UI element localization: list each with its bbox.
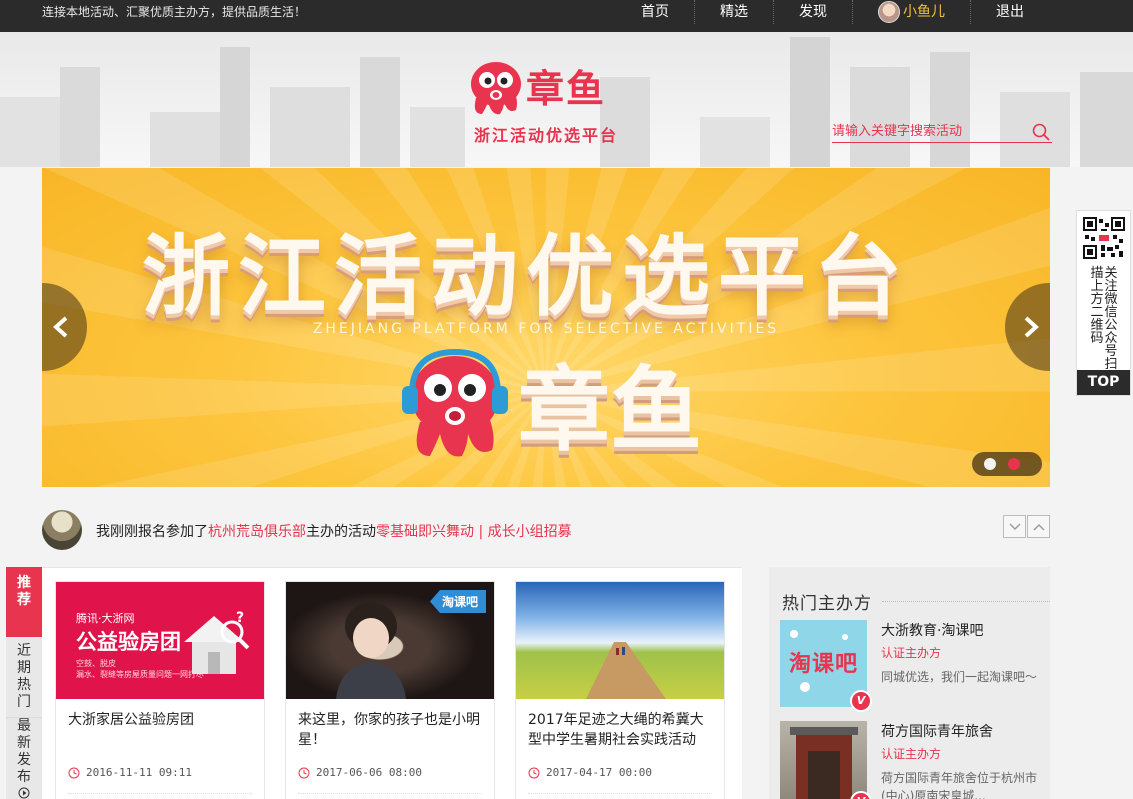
chevron-right-icon bbox=[1024, 316, 1039, 338]
organizer-name: 大浙教育·淘课吧 bbox=[881, 623, 984, 639]
activity-thumbnail: 淘课吧 bbox=[286, 582, 494, 699]
organizer-description: 荷方国际青年旅舍位于杭州市(中心)原南宋皇城... bbox=[881, 771, 1038, 799]
chevron-left-icon bbox=[53, 316, 68, 338]
hot-organizers-panel: 热门主办方 淘课吧 V 大浙教育·淘课吧 认证主办方 同城优选，我们一起淘课吧～… bbox=[769, 567, 1050, 799]
wechat-qr-panel: 关注微信公众号 扫描上方二维码 TOP bbox=[1076, 210, 1131, 396]
site-slogan: 连接本地活动、汇聚优质主办方，提供品质生活！ bbox=[42, 5, 307, 19]
organizer-description: 同城优选，我们一起淘课吧～ bbox=[881, 670, 1038, 684]
banner-pagination bbox=[972, 452, 1042, 476]
verified-badge-icon: V bbox=[850, 690, 872, 712]
user-avatar bbox=[878, 1, 900, 23]
tag-badge: 淘课吧 bbox=[429, 590, 486, 613]
organizer-item[interactable]: 淘课吧 V 大浙教育·淘课吧 认证主办方 同城优选，我们一起淘课吧～ bbox=[780, 620, 1040, 712]
banner-dot-2[interactable] bbox=[1008, 458, 1020, 470]
top-bar: 连接本地活动、汇聚优质主办方，提供品质生活！ 首页 精选 发现 小鱼儿 退出 bbox=[0, 0, 1133, 32]
organizer-logo bbox=[780, 721, 867, 799]
search-box bbox=[832, 117, 1052, 143]
ticker-up-button[interactable] bbox=[1027, 515, 1050, 538]
organizer-item[interactable]: V 荷方国际青年旅舍 认证主办方 荷方国际青年旅舍位于杭州市(中心)原南宋皇城.… bbox=[780, 721, 1040, 799]
svg-text:?: ? bbox=[236, 610, 244, 626]
organizer-certified: 认证主办方 bbox=[881, 646, 942, 660]
nav-discover[interactable]: 发现 bbox=[773, 0, 852, 24]
meadow-path-icon bbox=[586, 642, 666, 699]
clock-icon bbox=[528, 767, 540, 778]
card-divider bbox=[298, 793, 482, 794]
tab-recent-hot[interactable]: 近期热门 bbox=[6, 641, 42, 710]
play-icon bbox=[18, 787, 30, 799]
activity-card[interactable]: 2017年足迹之大绳的希冀大型中学生暑期社会实践活动 2017-04-17 00… bbox=[515, 581, 725, 799]
activity-thumbnail bbox=[516, 582, 724, 699]
chevron-up-icon bbox=[1033, 524, 1045, 531]
qr-code-icon bbox=[1083, 217, 1125, 259]
child-photo-icon bbox=[336, 602, 406, 699]
title-divider bbox=[882, 601, 1050, 602]
tab-recommend[interactable]: 推荐 bbox=[6, 567, 42, 637]
user-name: 小鱼儿 bbox=[903, 4, 945, 20]
qr-caption: 关注微信公众号 扫描上方二维码 bbox=[1090, 266, 1118, 372]
banner-dot-1[interactable] bbox=[984, 458, 996, 470]
banner-title: 浙江活动优选平台 bbox=[142, 225, 911, 328]
chevron-down-icon bbox=[1009, 523, 1021, 530]
card-divider bbox=[68, 793, 252, 794]
back-to-top-button[interactable]: TOP bbox=[1077, 370, 1130, 395]
banner-carousel[interactable]: 浙江活动优选平台 ZHEJIANG PLATFORM FOR SELECTIVE… bbox=[42, 168, 1050, 487]
activity-title: 大浙家居公益验房团 bbox=[68, 712, 194, 728]
logo-text: 章鱼 bbox=[526, 66, 607, 111]
logo-subtitle: 浙江活动优选平台 bbox=[474, 126, 619, 145]
clock-icon bbox=[68, 767, 80, 778]
banner-brand: 章鱼 bbox=[518, 356, 703, 464]
nav-featured[interactable]: 精选 bbox=[694, 0, 773, 24]
category-tabs: 推荐 近期热门 最新发布 bbox=[6, 567, 42, 799]
ticker-down-button[interactable] bbox=[1003, 515, 1026, 538]
activity-ticker: 我刚刚报名参加了杭州荒岛俱乐部主办的活动零基础即兴舞动 | 成长小组招募 bbox=[42, 508, 1050, 552]
octopus-logo-icon bbox=[471, 62, 521, 115]
activity-thumbnail: 腾讯·大浙网 公益验房团 空鼓、脱皮 漏水、裂缝等房屋质量问题一网打尽 ? bbox=[56, 582, 264, 699]
organizer-name: 荷方国际青年旅舍 bbox=[881, 724, 993, 740]
activity-title: 来这里，你家的孩子也是小明星！ bbox=[298, 712, 480, 748]
nav-home[interactable]: 首页 bbox=[616, 0, 694, 24]
hot-organizers-title: 热门主办方 bbox=[782, 594, 872, 614]
ticker-avatar bbox=[42, 510, 82, 550]
tab-latest[interactable]: 最新发布 bbox=[6, 717, 42, 799]
house-inspection-icon: ? bbox=[184, 610, 250, 674]
activity-card[interactable]: 淘课吧 来这里，你家的孩子也是小明星！ 2017-06-06 08:00 bbox=[285, 581, 495, 799]
ticker-event-link[interactable]: 零基础即兴舞动 | 成长小组招募 bbox=[376, 524, 572, 540]
card-divider bbox=[528, 793, 712, 794]
site-logo[interactable]: 章鱼 浙江活动优选平台 bbox=[468, 56, 638, 156]
user-menu[interactable]: 小鱼儿 bbox=[852, 0, 970, 24]
banner-subtitle: ZHEJIANG PLATFORM FOR SELECTIVE ACTIVITI… bbox=[312, 321, 780, 337]
ticker-message: 我刚刚报名参加了杭州荒岛俱乐部主办的活动零基础即兴舞动 | 成长小组招募 bbox=[96, 524, 572, 540]
activity-title: 2017年足迹之大绳的希冀大型中学生暑期社会实践活动 bbox=[528, 712, 704, 748]
header: 章鱼 浙江活动优选平台 bbox=[0, 32, 1133, 167]
organizer-certified: 认证主办方 bbox=[881, 747, 942, 761]
search-input[interactable] bbox=[832, 121, 1027, 141]
search-icon[interactable] bbox=[1032, 123, 1050, 141]
activity-card[interactable]: 腾讯·大浙网 公益验房团 空鼓、脱皮 漏水、裂缝等房屋质量问题一网打尽 ? 大浙… bbox=[55, 581, 265, 799]
top-nav: 首页 精选 发现 小鱼儿 退出 bbox=[616, 0, 1049, 24]
activity-list: 腾讯·大浙网 公益验房团 空鼓、脱皮 漏水、裂缝等房屋质量问题一网打尽 ? 大浙… bbox=[42, 567, 742, 799]
logout-link[interactable]: 退出 bbox=[970, 0, 1049, 24]
clock-icon bbox=[298, 767, 310, 778]
activity-date: 2016-11-11 09:11 bbox=[68, 766, 192, 779]
activity-date: 2017-04-17 00:00 bbox=[528, 766, 652, 779]
activity-date: 2017-06-06 08:00 bbox=[298, 766, 422, 779]
octopus-mascot-icon bbox=[402, 348, 508, 457]
ticker-club-link[interactable]: 杭州荒岛俱乐部 bbox=[208, 524, 306, 540]
